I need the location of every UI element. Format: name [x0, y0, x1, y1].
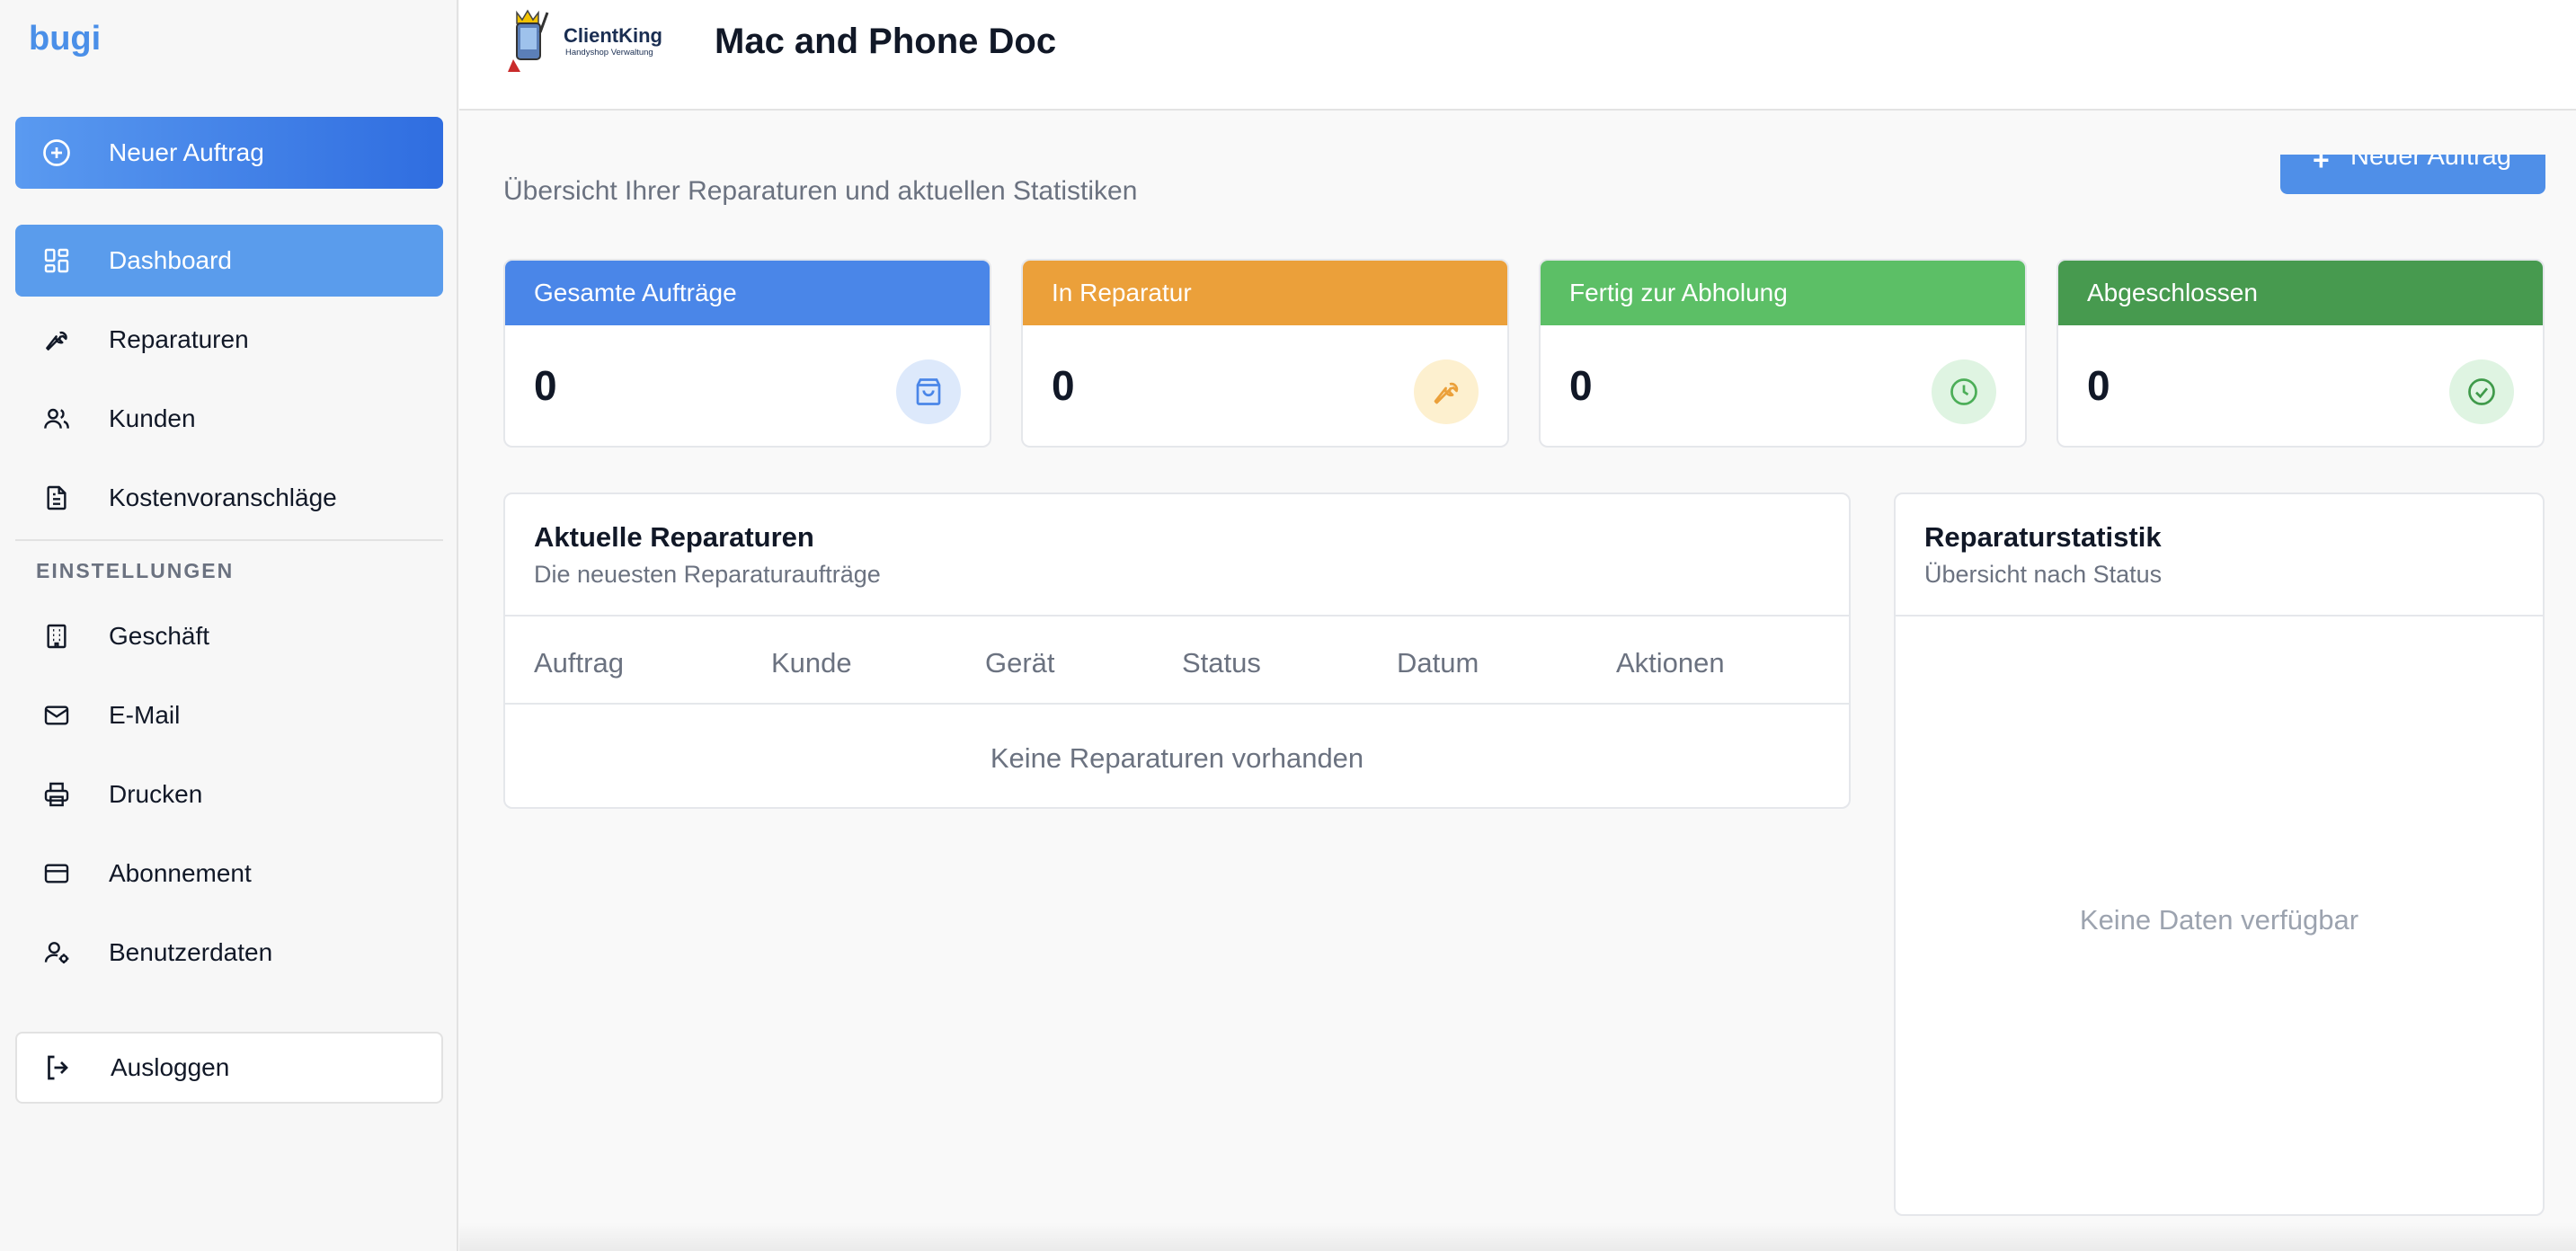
column-header-geraet[interactable]: Gerät	[985, 647, 1055, 679]
clientking-logo: ClientKing Handyshop Verwaltung	[504, 5, 675, 77]
panel-divider	[505, 615, 1849, 617]
clock-icon	[1932, 359, 1996, 424]
panel-title: Aktuelle Reparaturen	[534, 521, 814, 553]
logout-icon	[48, 1055, 68, 1080]
panel-subtitle: Übersicht nach Status	[1924, 561, 2163, 588]
stat-card-ready: Fertig zur Abholung 0	[1539, 259, 2027, 448]
users-icon	[40, 403, 73, 435]
credit-card-icon	[40, 857, 73, 890]
check-circle-icon	[2449, 359, 2514, 424]
top-header: ClientKing Handyshop Verwaltung Mac and …	[459, 0, 2576, 111]
stat-card-header: Gesamte Aufträge	[505, 261, 990, 325]
sidebar-item-label: Kostenvoranschläge	[109, 484, 337, 511]
new-order-button[interactable]: Neuer Auftrag	[15, 117, 443, 189]
mail-icon	[40, 699, 73, 732]
stat-card-header: Fertig zur Abholung	[1541, 261, 2025, 325]
sidebar-item-kunden[interactable]: Kunden	[15, 383, 443, 455]
plus-icon: +	[2313, 155, 2330, 176]
stat-card-header: Abgeschlossen	[2058, 261, 2543, 325]
sidebar-item-reparaturen[interactable]: Reparaturen	[15, 304, 443, 376]
sidebar-item-label: Drucken	[109, 780, 203, 808]
page-title: Mac and Phone Doc	[715, 22, 1057, 61]
sidebar: bugi Neuer Auftrag Dashboard Reparaturen…	[0, 0, 458, 1251]
stat-card-in-repair: In Reparatur 0	[1021, 259, 1509, 448]
sidebar-divider	[15, 539, 443, 541]
stat-card-total: Gesamte Aufträge 0	[503, 259, 991, 448]
column-header-kunde[interactable]: Kunde	[771, 647, 852, 679]
settings-heading: EINSTELLUNGEN	[36, 559, 235, 582]
stat-value: 0	[1052, 362, 1075, 409]
page-subtitle: Übersicht Ihrer Reparaturen und aktuelle…	[503, 176, 1138, 206]
logo-subtext: Handyshop Verwaltung	[565, 48, 653, 58]
table-header-divider	[505, 703, 1849, 705]
column-header-aktionen: Aktionen	[1616, 647, 1725, 679]
document-icon	[40, 482, 73, 514]
sidebar-item-label: Geschäft	[109, 622, 210, 650]
sidebar-item-dashboard[interactable]: Dashboard	[15, 225, 443, 297]
column-header-datum[interactable]: Datum	[1397, 647, 1479, 679]
wrench-icon	[40, 324, 73, 356]
bottom-shadow	[459, 1222, 2576, 1251]
stat-card-completed: Abgeschlossen 0	[2056, 259, 2545, 448]
sidebar-item-kostenvoranschlaege[interactable]: Kostenvoranschläge	[15, 462, 443, 534]
no-data-text: Keine Daten verfügbar	[2079, 904, 2359, 936]
wrench-icon	[1414, 359, 1479, 424]
new-order-top-button[interactable]: + Neuer Auftrag	[2280, 155, 2545, 194]
sidebar-item-label: Dashboard	[109, 246, 232, 274]
column-header-status[interactable]: Status	[1182, 647, 1261, 679]
repair-statistics-panel: Reparaturstatistik Übersicht nach Status…	[1894, 492, 2545, 1216]
new-order-top-label: Neuer Auftrag	[2350, 155, 2511, 171]
logo-text: ClientKing	[564, 24, 662, 47]
sidebar-item-drucken[interactable]: Drucken	[15, 759, 443, 830]
user-settings-icon	[40, 936, 73, 969]
panel-subtitle: Die neuesten Reparaturaufträge	[534, 561, 881, 588]
stat-value: 0	[534, 362, 557, 409]
column-header-auftrag[interactable]: Auftrag	[534, 647, 624, 679]
building-icon	[40, 620, 73, 652]
shopping-bag-icon	[896, 359, 961, 424]
panel-divider	[1896, 615, 2543, 617]
sidebar-item-email[interactable]: E-Mail	[15, 679, 443, 751]
printer-icon	[40, 778, 73, 811]
logout-button[interactable]: Ausloggen	[15, 1032, 443, 1104]
logout-label: Ausloggen	[111, 1053, 230, 1081]
sidebar-item-geschaeft[interactable]: Geschäft	[15, 600, 443, 672]
panel-title: Reparaturstatistik	[1924, 521, 2162, 553]
sidebar-item-label: E-Mail	[109, 701, 181, 729]
empty-state-text: Keine Reparaturen vorhanden	[990, 742, 1364, 774]
stat-value: 0	[2087, 362, 2110, 409]
sidebar-item-label: Benutzerdaten	[109, 938, 273, 966]
recent-repairs-panel: Aktuelle Reparaturen Die neuesten Repara…	[503, 492, 1851, 809]
new-order-label: Neuer Auftrag	[109, 138, 264, 166]
plus-circle-icon	[43, 139, 70, 166]
sidebar-item-abonnement[interactable]: Abonnement	[15, 838, 443, 909]
stat-value: 0	[1569, 362, 1593, 409]
sidebar-item-label: Reparaturen	[109, 325, 249, 353]
brand-name: bugi	[29, 20, 102, 58]
dashboard-icon	[40, 244, 73, 277]
sidebar-item-label: Kunden	[109, 404, 196, 432]
stat-card-header: In Reparatur	[1023, 261, 1507, 325]
sidebar-item-label: Abonnement	[109, 859, 252, 887]
sidebar-item-benutzerdaten[interactable]: Benutzerdaten	[15, 917, 443, 989]
